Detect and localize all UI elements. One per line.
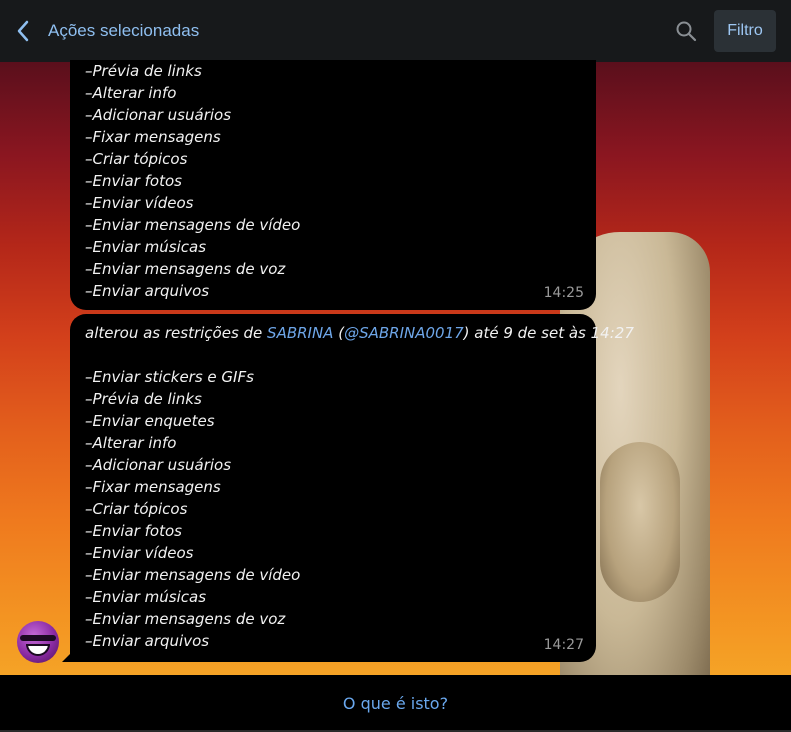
message-intro: alterou as restrições de SABRINA (@SABRI… bbox=[85, 322, 634, 344]
message-timestamp: 14:27 bbox=[543, 637, 584, 653]
message-line: –Enviar fotos bbox=[85, 172, 182, 190]
message-line: –Enviar músicas bbox=[85, 588, 207, 606]
message-line: –Fixar mensagens bbox=[85, 128, 221, 146]
page-title: Ações selecionadas bbox=[48, 21, 200, 40]
filter-button[interactable]: Filtro bbox=[714, 10, 776, 52]
avatar-band bbox=[20, 635, 56, 641]
user-handle-link[interactable]: @SABRINA0017 bbox=[344, 324, 464, 342]
message-line: –Enviar mensagens de vídeo bbox=[85, 216, 301, 234]
message-line: –Alterar info bbox=[85, 434, 177, 452]
message-line: –Criar tópicos bbox=[85, 150, 188, 168]
intro-text: ( bbox=[333, 324, 345, 342]
message-line: –Enviar mensagens de voz bbox=[85, 260, 286, 278]
bottom-bar: O que é isto? bbox=[0, 675, 791, 732]
message-line: –Adicionar usuários bbox=[85, 106, 232, 124]
back-button[interactable] bbox=[0, 0, 46, 62]
user-name-link[interactable]: SABRINA bbox=[267, 324, 333, 342]
top-bar: Ações selecionadas Filtro bbox=[0, 0, 791, 62]
message-line: –Prévia de links bbox=[85, 390, 202, 408]
intro-text: alterou as restrições de bbox=[85, 324, 268, 342]
message-line: –Enviar enquetes bbox=[85, 412, 215, 430]
message-line: –Criar tópicos bbox=[85, 500, 188, 518]
search-button[interactable] bbox=[666, 11, 706, 51]
wallpaper-figure-detail bbox=[600, 442, 680, 602]
message-line: –Enviar stickers e GIFs bbox=[85, 368, 254, 386]
message-line: –Enviar fotos bbox=[85, 522, 182, 540]
intro-text: ) até 9 de set às 14:27 bbox=[463, 324, 634, 342]
message-timestamp: 14:25 bbox=[543, 285, 584, 301]
message-line: –Enviar mensagens de voz bbox=[85, 610, 286, 628]
message-line: –Enviar vídeos bbox=[85, 544, 194, 562]
message-line: –Alterar info bbox=[85, 84, 177, 102]
message-line: –Enviar arquivos bbox=[85, 632, 210, 650]
avatar[interactable] bbox=[17, 621, 59, 663]
message-line: –Fixar mensagens bbox=[85, 478, 221, 496]
what-is-this-button[interactable]: O que é isto? bbox=[343, 694, 448, 713]
message-line: –Prévia de links bbox=[85, 62, 202, 80]
search-icon bbox=[676, 21, 697, 42]
message-line: –Enviar músicas bbox=[85, 238, 207, 256]
message-line: –Enviar arquivos bbox=[85, 282, 210, 300]
message-line: –Enviar mensagens de vídeo bbox=[85, 566, 301, 584]
avatar-mouth bbox=[26, 644, 50, 656]
message-line: –Adicionar usuários bbox=[85, 456, 232, 474]
message-line: –Enviar vídeos bbox=[85, 194, 194, 212]
message-bubble[interactable]: alterou as restrições de SABRINA (@SABRI… bbox=[70, 314, 634, 662]
message-bubble[interactable]: –Prévia de links –Alterar info –Adiciona… bbox=[70, 60, 596, 310]
chevron-left-icon bbox=[17, 20, 29, 42]
